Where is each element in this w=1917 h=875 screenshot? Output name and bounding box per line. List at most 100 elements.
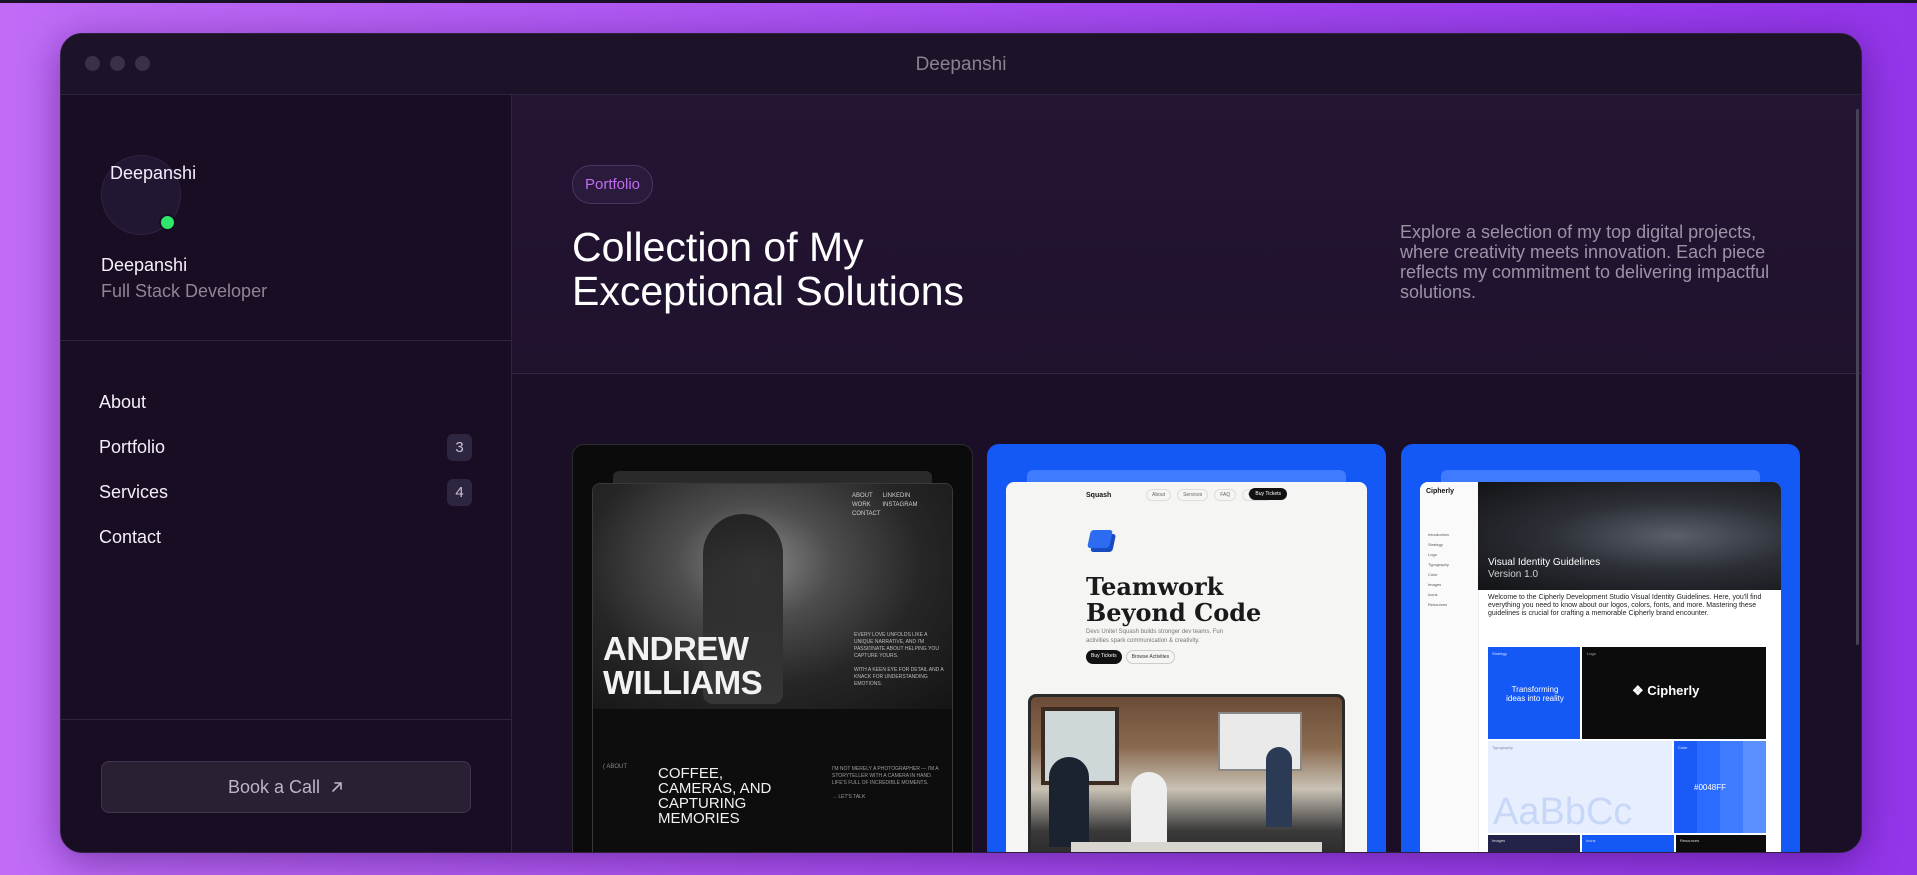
project-card-cipherly[interactable]: Cipherly Introduction Strategy Logo Typo… <box>1401 444 1800 852</box>
toc-item: Color <box>1428 572 1438 577</box>
logo-tile: Logo ❖ Cipherly <box>1582 647 1766 739</box>
strategy-tile: Strategy Transforming ideas into reality <box>1488 647 1580 739</box>
project-preview: Cipherly Introduction Strategy Logo Typo… <box>1420 482 1781 852</box>
toc-item: Strategy <box>1428 542 1443 547</box>
nav-item-portfolio[interactable]: Portfolio 3 <box>99 425 472 470</box>
preview-about-label: ( ABOUT <box>603 764 628 770</box>
page-title: Collection of My Exceptional Solutions <box>572 225 1172 313</box>
online-status-indicator <box>159 214 176 231</box>
tile-label: Images <box>1492 838 1506 843</box>
tile-label: Typography <box>1492 745 1513 750</box>
profile-name: Deepanshi <box>101 255 188 275</box>
preview-title: Teamwork Beyond Code <box>1086 574 1261 626</box>
preview-nav-item: FAQ <box>1214 489 1237 501</box>
portfolio-header: Portfolio Collection of My Exceptional S… <box>512 95 1861 374</box>
preview-logo: Cipherly <box>1426 488 1455 495</box>
photo-person <box>1049 757 1089 847</box>
preview-nav-item: Services <box>1177 489 1209 501</box>
tile-label: Logo <box>1587 651 1596 656</box>
tile-label: Strategy <box>1492 651 1507 656</box>
photo-table <box>1071 842 1322 852</box>
card-tab <box>1027 470 1346 482</box>
scrollbar[interactable] <box>1856 109 1859 645</box>
laptop-icon <box>1087 530 1113 548</box>
toc-item: Images <box>1428 582 1442 587</box>
card-tab <box>1441 470 1760 482</box>
preview-hero-title: Visual Identity Guidelines <box>1488 557 1601 568</box>
preview-coffee-heading: COFFEE, CAMERAS, AND CAPTURING MEMORIES <box>658 766 771 826</box>
count-badge: 4 <box>447 479 472 506</box>
sidebar: Deepanshi Deepanshi Full Stack Developer… <box>61 95 512 852</box>
nav-item-label: Portfolio <box>99 437 166 457</box>
sidebar-divider <box>61 340 511 341</box>
typography-sample: AaBbCc <box>1493 791 1633 833</box>
preview-nav-item: About <box>1146 489 1172 501</box>
preview-hero-version: Version 1.0 <box>1488 569 1539 580</box>
toc-item: Icons <box>1428 592 1438 597</box>
profile-role: Full Stack Developer <box>101 281 268 301</box>
book-call-label: Book a Call <box>227 776 321 797</box>
photo-person <box>1266 747 1292 827</box>
top-strip <box>0 0 1917 3</box>
section-tag: Portfolio <box>572 165 654 204</box>
preview-nav-links: ABOUT LINKEDIN WORK INSTAGRAM CONTACT <box>852 493 918 517</box>
color-hex: #0048FF <box>1694 783 1727 792</box>
sidebar-nav: About Portfolio 3 Services 4 Contact <box>99 380 472 560</box>
resources-tile: Resources <box>1676 835 1766 852</box>
nav-item-label: About <box>99 392 147 412</box>
cipherly-logo-mark-icon: ❖ <box>1632 683 1648 698</box>
intro-text: Explore a selection of my top digital pr… <box>1400 222 1770 302</box>
arrow-up-right-icon <box>332 782 342 792</box>
preview-title-line1: Teamwork <box>1086 572 1224 601</box>
page-title-line1: Collection of My <box>572 224 864 270</box>
tile-label: Color <box>1678 745 1688 750</box>
preview-name-line1: ANDREW <box>603 630 749 667</box>
preview-logo: Squash <box>1086 492 1112 499</box>
nav-item-about[interactable]: About <box>99 380 472 425</box>
app-window: Deepanshi Deepanshi Deepanshi Full Stack… <box>60 33 1862 853</box>
preview-name-line2: WILLIAMS <box>603 664 763 701</box>
window-title: Deepanshi <box>915 54 1007 75</box>
preview-subtitle: Devs Unite! Squash builds stronger dev t… <box>1086 629 1224 644</box>
toc-item: Resources <box>1428 602 1448 607</box>
page-title-line2: Exceptional Solutions <box>572 268 965 314</box>
images-tile: Images <box>1488 835 1580 852</box>
preview-name: ANDREW WILLIAMS <box>603 630 763 701</box>
preview-buttons: Buy Tickets Browse Activities <box>1086 650 1176 664</box>
preview-primary-button: Buy Tickets <box>1086 650 1122 664</box>
nav-item-contact[interactable]: Contact <box>99 515 472 560</box>
toc-item: Introduction <box>1428 532 1449 537</box>
main-content: Portfolio Collection of My Exceptional S… <box>512 95 1861 852</box>
project-preview: Squash About Services FAQ Contact Buy Ti… <box>1006 482 1367 852</box>
sidebar-divider <box>61 719 511 720</box>
tile-label: Resources <box>1680 838 1700 843</box>
preview-welcome-text: Welcome to the Cipherly Development Stud… <box>1488 594 1762 617</box>
card-tab <box>613 471 932 483</box>
preview-toc: Introduction Strategy Logo Typography Co… <box>1428 530 1449 610</box>
coffee-line4: MEMORIES <box>658 810 740 827</box>
photo-person <box>1131 772 1167 852</box>
icons-tile: Icons <box>1582 835 1674 852</box>
cipherly-logo-text: Cipherly <box>1647 683 1700 698</box>
preview-body-text: EVERY LOVE UNFOLDS LIKE A UNIQUE NARRATI… <box>854 632 944 687</box>
toc-item: Typography <box>1428 562 1449 567</box>
preview-coffee-body: I'M NOT MERELY A PHOTOGRAPHER — I'M A ST… <box>832 766 939 800</box>
color-tile: Color #0048FF <box>1674 741 1766 833</box>
tile-tagline: Transforming ideas into reality <box>1497 685 1573 703</box>
cipherly-logo: ❖ Cipherly <box>1632 683 1699 699</box>
project-card-squash[interactable]: Squash About Services FAQ Contact Buy Ti… <box>987 444 1386 852</box>
team-photo <box>1028 694 1345 852</box>
project-preview: ABOUT LINKEDIN WORK INSTAGRAM CONTACT ANDR… <box>592 483 953 852</box>
tile-tagline-line2: ideas into reality <box>1506 694 1564 703</box>
toc-item: Logo <box>1428 552 1437 557</box>
typography-tile: Typography AaBbCc <box>1488 741 1672 833</box>
nav-item-services[interactable]: Services 4 <box>99 470 472 515</box>
tile-tagline-line1: Transforming <box>1511 685 1559 694</box>
nav-item-label: Services <box>99 482 169 502</box>
project-card-andrew-williams[interactable]: ABOUT LINKEDIN WORK INSTAGRAM CONTACT ANDR… <box>572 444 973 852</box>
avatar-alt-text: Deepanshi <box>110 163 197 183</box>
preview-secondary-button: Browse Activities <box>1125 650 1176 664</box>
preview-title-line2: Beyond Code <box>1086 598 1262 627</box>
book-call-button[interactable]: Book a Call <box>101 761 471 813</box>
count-badge: 3 <box>447 434 472 461</box>
